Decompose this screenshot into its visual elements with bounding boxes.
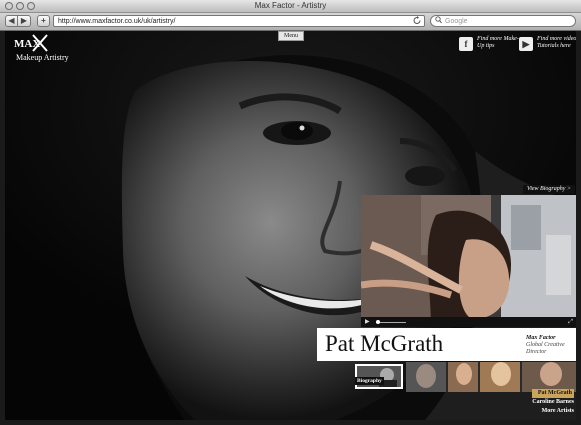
url-text: http://www.maxfactor.co.uk/uk/artistry/ xyxy=(58,18,176,25)
play-icon[interactable]: ▶ xyxy=(365,318,370,326)
browser-toolbar: ◀ ▶ + http://www.maxfactor.co.uk/uk/arti… xyxy=(0,13,581,31)
artist-list: Pat McGrath Caroline Barnes More Artists xyxy=(532,389,574,416)
video-progress-track[interactable] xyxy=(376,322,406,323)
biography-label[interactable]: Biography xyxy=(355,377,384,385)
artist-link-pat-mcgrath[interactable]: Pat McGrath xyxy=(532,389,574,398)
address-bar[interactable]: http://www.maxfactor.co.uk/uk/artistry/ xyxy=(53,15,425,27)
add-bookmark-button[interactable]: + xyxy=(37,15,50,27)
artist-thumbnail-strip[interactable] xyxy=(406,362,576,392)
search-placeholder: Google xyxy=(445,18,468,25)
artist-name-card: Pat McGrath Max Factor Global Creative D… xyxy=(317,328,576,361)
video-tutorials-link[interactable]: ▶ Find more video Tutorials here xyxy=(519,36,576,54)
max-factor-logo[interactable]: MAX xyxy=(13,34,53,54)
video-controls: ▶ ⤢ xyxy=(361,317,576,327)
artist-name: Pat McGrath xyxy=(325,331,444,356)
video-progress-handle[interactable] xyxy=(376,320,380,324)
back-button[interactable]: ◀ xyxy=(5,15,18,27)
view-biography-link[interactable]: View Biography > xyxy=(523,185,575,194)
menu-tab[interactable]: Menu xyxy=(278,31,304,41)
reload-icon[interactable] xyxy=(413,16,421,28)
more-artists-link[interactable]: More Artists xyxy=(532,407,574,416)
video-player[interactable] xyxy=(361,195,576,327)
page-content: MAX Menu Makeup Artistry f Find more Mak… xyxy=(5,31,576,420)
facebook-icon: f xyxy=(459,37,473,51)
artist-role: Global Creative Director xyxy=(526,342,565,355)
artist-company: Max Factor xyxy=(526,335,556,341)
promo-text: Find more video Tutorials here xyxy=(537,36,576,49)
window-title: Max Factor - Artistry xyxy=(254,1,327,10)
fullscreen-icon[interactable]: ⤢ xyxy=(568,318,573,326)
artist-link-caroline-barnes[interactable]: Caroline Barnes xyxy=(532,398,574,407)
search-field[interactable]: Google xyxy=(430,15,576,27)
promo-text: Find more Make-Up tips xyxy=(477,36,519,49)
makeup-tips-link[interactable]: f Find more Make-Up tips xyxy=(459,36,519,54)
forward-button[interactable]: ▶ xyxy=(18,15,31,27)
section-title: Makeup Artistry xyxy=(16,53,69,62)
title-bar: Max Factor - Artistry xyxy=(0,0,581,13)
browser-window: Max Factor - Artistry ◀ ▶ + http://www.m… xyxy=(0,0,581,425)
video-icon: ▶ xyxy=(519,37,533,51)
search-icon xyxy=(435,16,442,28)
